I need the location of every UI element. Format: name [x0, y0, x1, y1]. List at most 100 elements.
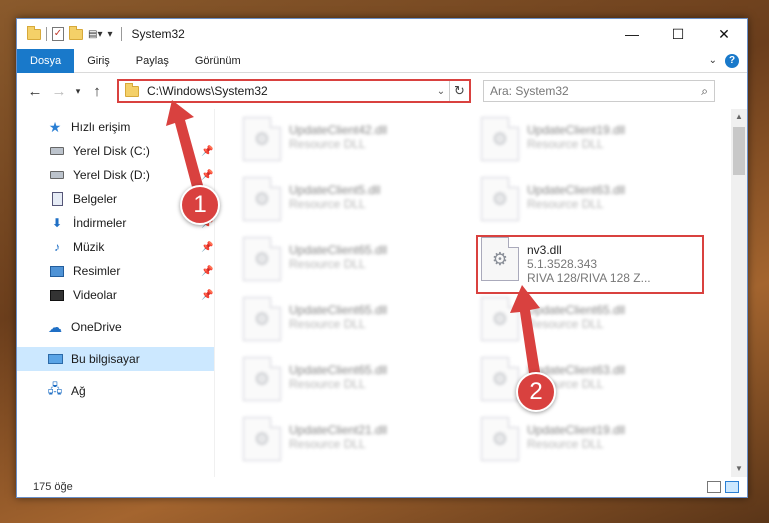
- search-input[interactable]: Ara: System32 ⌕: [483, 80, 715, 102]
- address-bar[interactable]: C:\Windows\System32 ⌄ ↻: [117, 79, 471, 103]
- file-name: UpdateClient65.dll: [289, 303, 388, 317]
- drive-icon: [49, 144, 65, 158]
- pin-icon[interactable]: 📌: [201, 170, 213, 181]
- vertical-scrollbar[interactable]: ▲ ▼: [731, 109, 747, 477]
- file-description: Resource DLL: [289, 137, 366, 151]
- videos-icon: [49, 288, 65, 302]
- list-item[interactable]: ⚙ UpdateClient19.dll Resource DLL: [481, 117, 701, 169]
- address-row: ← → ▾ ↑ C:\Windows\System32 ⌄ ↻ Ara: Sys…: [17, 73, 747, 109]
- close-button[interactable]: ✕: [701, 19, 747, 49]
- star-icon: ★: [48, 118, 62, 135]
- sidebar-item-label: Yerel Disk (C:): [73, 144, 150, 158]
- list-item[interactable]: ⚙ UpdateClient65.dll Resource DLL: [243, 297, 463, 349]
- file-description: Resource DLL: [527, 137, 604, 151]
- sidebar-item-quick-access[interactable]: ★ Hızlı erişim: [17, 115, 214, 139]
- sidebar-item-music[interactable]: ♪ Müzik 📌: [17, 235, 214, 259]
- details-view-icon[interactable]: [707, 481, 721, 493]
- dll-file-icon: ⚙: [481, 177, 519, 221]
- search-placeholder: Ara: System32: [490, 84, 569, 98]
- sidebar-item-label: OneDrive: [71, 320, 122, 334]
- sidebar-item-local-disk-c[interactable]: Yerel Disk (C:) 📌: [17, 139, 214, 163]
- file-description: Resource DLL: [289, 317, 366, 331]
- back-button[interactable]: ←: [23, 79, 47, 103]
- list-item[interactable]: ⚙ UpdateClient65.dll Resource DLL: [243, 357, 463, 409]
- file-description: Resource DLL: [527, 437, 604, 451]
- file-description: Resource DLL: [289, 377, 366, 391]
- drive-icon: [49, 168, 65, 182]
- sidebar-item-label: Ağ: [71, 384, 86, 398]
- list-item[interactable]: ⚙ UpdateClient63.dll Resource DLL: [481, 357, 701, 409]
- search-icon: ⌕: [701, 83, 708, 98]
- sidebar-item-pictures[interactable]: Resimler 📌: [17, 259, 214, 283]
- cloud-icon: ☁: [48, 318, 62, 335]
- tiles-view-icon[interactable]: [725, 481, 739, 493]
- callout-2: 2: [516, 372, 556, 412]
- file-name: UpdateClient65.dll: [527, 303, 626, 317]
- sidebar-item-network[interactable]: 🖧 Ağ: [17, 379, 214, 403]
- list-item[interactable]: ⚙ UpdateClient42.dll Resource DLL: [243, 117, 463, 169]
- file-name: UpdateClient19.dll: [527, 123, 626, 137]
- minimize-button[interactable]: —: [609, 19, 655, 49]
- sidebar-item-label: Hızlı erişim: [71, 120, 131, 134]
- computer-icon: [47, 352, 63, 366]
- tab-home[interactable]: Giriş: [74, 49, 123, 73]
- item-count: 175 öğe: [33, 481, 73, 493]
- file-description: Resource DLL: [289, 197, 366, 211]
- quick-access-toolbar: ✓ ▤▾ ▾: [27, 25, 113, 41]
- sidebar-item-onedrive[interactable]: ☁ OneDrive: [17, 315, 214, 339]
- sidebar-item-videos[interactable]: Videolar 📌: [17, 283, 214, 307]
- pin-icon[interactable]: 📌: [201, 266, 213, 277]
- ribbon-tabs: Dosya Giriş Paylaş Görünüm ⌄ ?: [17, 48, 747, 73]
- customize-icon[interactable]: ▤▾: [88, 29, 102, 40]
- scroll-up-icon[interactable]: ▲: [731, 109, 747, 125]
- maximize-button[interactable]: ☐: [655, 19, 701, 49]
- forward-button[interactable]: →: [47, 79, 71, 103]
- tab-file[interactable]: Dosya: [17, 48, 75, 73]
- file-description: Resource DLL: [289, 257, 366, 271]
- dll-file-icon: ⚙: [481, 357, 519, 401]
- address-path[interactable]: C:\Windows\System32: [147, 84, 433, 98]
- pin-icon[interactable]: 📌: [201, 290, 213, 301]
- refresh-icon[interactable]: ↻: [449, 81, 469, 101]
- dll-file-icon: ⚙: [243, 417, 281, 461]
- sidebar-item-label: Resimler: [73, 264, 121, 278]
- new-folder-icon[interactable]: [69, 25, 83, 40]
- dll-file-icon: ⚙: [481, 117, 519, 161]
- sidebar-item-label: Belgeler: [73, 192, 118, 206]
- dll-file-icon: ⚙: [243, 237, 281, 281]
- callout-1: 1: [180, 185, 220, 225]
- title-bar: ✓ ▤▾ ▾ System32 — ☐ ✕: [17, 19, 747, 49]
- sidebar-item-local-disk-d[interactable]: Yerel Disk (D:) 📌: [17, 163, 214, 187]
- scroll-down-icon[interactable]: ▼: [731, 461, 747, 477]
- tab-share[interactable]: Paylaş: [123, 49, 182, 73]
- pin-icon[interactable]: 📌: [201, 146, 213, 157]
- dll-file-icon: ⚙: [243, 177, 281, 221]
- properties-icon[interactable]: ✓: [52, 27, 64, 41]
- sidebar-item-this-pc[interactable]: Bu bilgisayar: [17, 347, 214, 371]
- list-item[interactable]: ⚙ UpdateClient63.dll Resource DLL: [481, 177, 701, 229]
- list-item[interactable]: ⚙ UpdateClient65.dll Resource DLL: [481, 297, 701, 349]
- file-description: Resource DLL: [289, 437, 366, 451]
- file-name: UpdateClient21.dll: [289, 423, 388, 437]
- address-dropdown-icon[interactable]: ⌄: [433, 86, 449, 97]
- divider: [46, 27, 47, 41]
- toolbar-dropdown-icon[interactable]: ▾: [107, 29, 112, 40]
- file-name: UpdateClient65.dll: [289, 363, 388, 377]
- recent-locations-icon[interactable]: ▾: [71, 79, 85, 103]
- scroll-thumb[interactable]: [733, 127, 745, 175]
- network-icon: 🖧: [47, 381, 63, 396]
- divider: [120, 27, 122, 41]
- up-button[interactable]: ↑: [85, 79, 109, 103]
- tab-view[interactable]: Görünüm: [182, 49, 254, 73]
- help-icon[interactable]: ?: [725, 53, 739, 68]
- list-item[interactable]: ⚙ UpdateClient19.dll Resource DLL: [481, 417, 701, 469]
- expand-ribbon-icon[interactable]: ⌄: [709, 55, 717, 66]
- list-item[interactable]: ⚙ UpdateClient21.dll Resource DLL: [243, 417, 463, 469]
- pin-icon[interactable]: 📌: [201, 242, 213, 253]
- sidebar-item-label: Bu bilgisayar: [71, 352, 140, 366]
- list-item[interactable]: ⚙ UpdateClient5.dll Resource DLL: [243, 177, 463, 229]
- list-item[interactable]: ⚙ UpdateClient65.dll Resource DLL: [243, 237, 463, 289]
- dll-file-icon: ⚙: [243, 357, 281, 401]
- download-icon: ⬇: [51, 216, 63, 230]
- navigation-pane: ★ Hızlı erişim Yerel Disk (C:) 📌 Yerel D…: [17, 109, 215, 477]
